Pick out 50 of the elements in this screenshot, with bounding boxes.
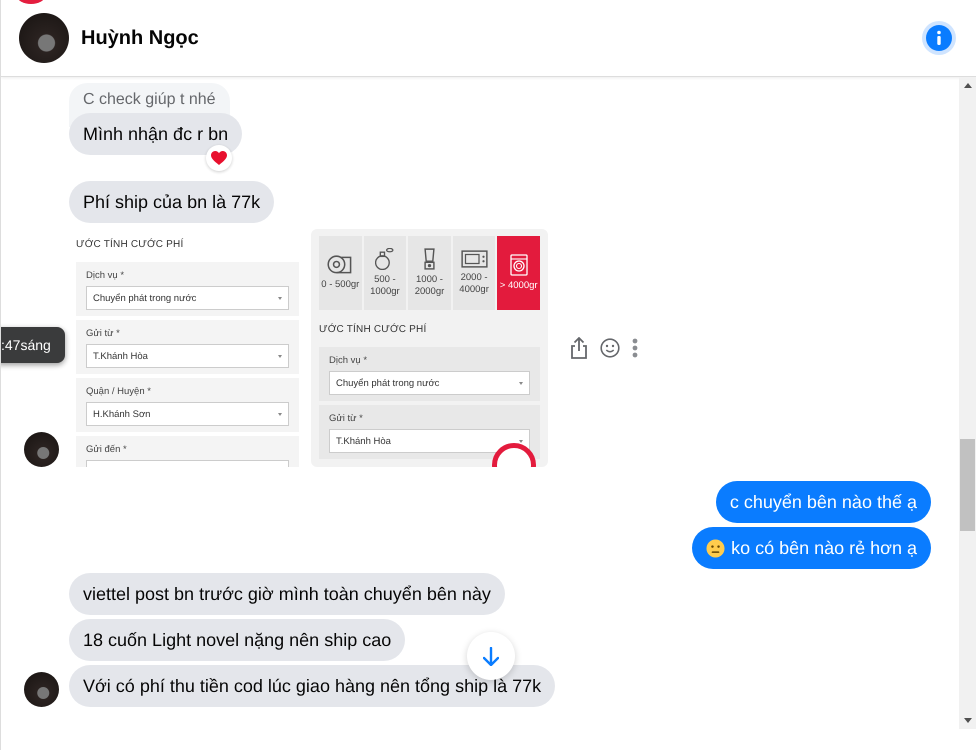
- weight-option: 2000 - 4000gr: [452, 236, 496, 310]
- message-bubble[interactable]: ko có bên nào rẻ hơn ạ: [692, 527, 931, 569]
- field-label: Gửi đến *: [86, 444, 128, 455]
- form-screenshot[interactable]: 0 - 500gr 500 - 1000gr 1000 - 2000gr 2000 - 4000gr > 4000gr ƯỚC TÍNH CƯỚC PHÍ Dịch vụ * Chuyển phát trong nước Gửi từ * T.Khánh Hòa: [311, 229, 548, 467]
- microwave-icon: [460, 250, 488, 268]
- info-button[interactable]: [922, 21, 956, 55]
- avatar[interactable]: [24, 432, 59, 467]
- message-bubble[interactable]: 18 cuốn Light novel nặng nên ship cao: [69, 619, 406, 661]
- form-heading: ƯỚC TÍNH CƯỚC PHÍ: [319, 324, 428, 335]
- caret-icon: [519, 382, 523, 384]
- caret-icon: [278, 354, 282, 358]
- dropdown-value: T.Khánh Hòa: [93, 350, 148, 362]
- message-bubble[interactable]: viettel post bn trước giờ mình toàn chuyển bên này: [69, 573, 505, 615]
- scroll-to-bottom-button[interactable]: [467, 632, 515, 680]
- scrollbar[interactable]: [959, 77, 976, 729]
- dropdown-value: T.Khánh Hòa: [336, 436, 391, 446]
- caret-icon: [278, 296, 282, 300]
- weight-option: 500 - 1000gr: [364, 236, 406, 310]
- scroll-up-arrow-icon[interactable]: [964, 83, 972, 88]
- dropdown-value: H.Khánh Sơn: [93, 408, 150, 420]
- perfume-bottle-icon: [375, 248, 394, 270]
- field-label: Dịch vụ *: [329, 355, 368, 366]
- message-bubble[interactable]: Mình nhận đc r bn: [69, 113, 242, 155]
- avatar[interactable]: [19, 13, 69, 63]
- arrow-down-icon: [483, 646, 499, 666]
- message-bubble[interactable]: Với có phí thu tiền cod lúc giao hàng nên tổng ship là 77k: [69, 665, 556, 707]
- weight-option: 0 - 500gr: [319, 236, 362, 310]
- smiley-icon[interactable]: [600, 338, 620, 358]
- dropdown-value: Chuyển phát trong nước: [93, 292, 196, 304]
- share-icon[interactable]: [570, 337, 588, 359]
- message-bubble[interactable]: Phí ship của bn là 77k: [69, 181, 274, 223]
- caret-icon: [278, 412, 282, 416]
- field-label: Gửi từ *: [329, 413, 364, 424]
- more-options-icon[interactable]: [632, 338, 638, 358]
- blender-icon: [424, 248, 435, 270]
- washing-machine-icon: [510, 254, 528, 276]
- form-heading: ƯỚC TÍNH CƯỚC PHÍ: [76, 239, 184, 250]
- contact-name[interactable]: Huỳnh Ngọc: [81, 26, 910, 50]
- dropdown-value: Chuyển phát trong nước: [336, 378, 440, 388]
- paper-roll-icon: [327, 255, 354, 275]
- scrollbar-thumb[interactable]: [960, 439, 975, 531]
- message-bubble[interactable]: c chuyển bên nào thế ạ: [716, 481, 931, 523]
- field-label: Quận / Huyện *: [86, 386, 152, 397]
- avatar[interactable]: [24, 672, 59, 707]
- scroll-down-arrow-icon[interactable]: [964, 718, 972, 723]
- field-label: Gửi từ *: [86, 328, 121, 339]
- weight-option: > 4000gr: [497, 236, 540, 310]
- timestamp-tooltip: :47sáng: [1, 327, 65, 363]
- weight-option: 1000 - 2000gr: [408, 236, 451, 310]
- field-label: Dịch vụ *: [86, 270, 126, 281]
